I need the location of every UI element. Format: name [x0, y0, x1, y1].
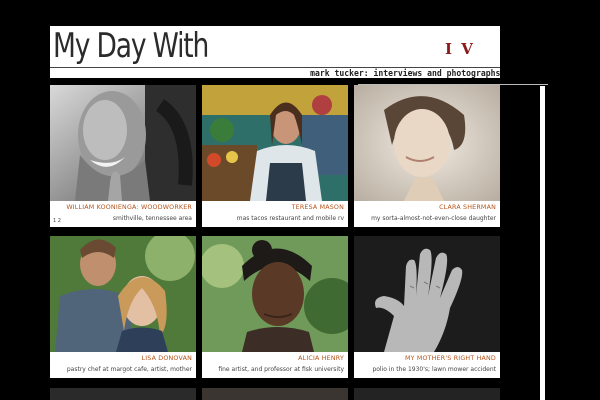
- portfolio-tile-partial[interactable]: [202, 388, 348, 400]
- header-rule: [50, 67, 500, 68]
- portfolio-tile-partial[interactable]: [50, 388, 196, 400]
- tile-name[interactable]: CLARA SHERMAN: [439, 204, 496, 211]
- tile-name[interactable]: WILLIAM KOONIENGA: WOODWORKER: [66, 204, 192, 211]
- portfolio-tile-clara[interactable]: CLARA SHERMAN my sorta-almost-not-even-c…: [354, 85, 500, 227]
- site-title[interactable]: My Day With: [53, 26, 209, 66]
- portfolio-tile-hand[interactable]: MY MOTHER'S RIGHT HAND polio in the 1930…: [354, 236, 500, 378]
- portrait-photo-hand[interactable]: [354, 236, 500, 352]
- tile-name[interactable]: TERESA MASON: [292, 204, 344, 211]
- tile-name[interactable]: MY MOTHER'S RIGHT HAND: [405, 355, 496, 362]
- site-header: My Day With I V mark tucker: interviews …: [50, 26, 500, 79]
- portrait-photo-teresa[interactable]: [202, 85, 348, 201]
- tile-name[interactable]: LISA DONOVAN: [142, 355, 192, 362]
- issue-number[interactable]: I V: [445, 40, 475, 58]
- site-subtitle: mark tucker: interviews and photographs: [309, 69, 500, 79]
- tile-description: fine artist, and professor at fisk unive…: [218, 366, 344, 373]
- tile-description: pastry chef at margot cafe, artist, moth…: [66, 366, 192, 373]
- portfolio-tile-alicia[interactable]: ALICIA HENRY fine artist, and professor …: [202, 236, 348, 378]
- tile-description: polio in the 1930's; lawn mower accident: [372, 366, 496, 373]
- tile-description: smithville, tennessee area: [112, 215, 192, 222]
- portfolio-tile-partial[interactable]: [354, 388, 500, 400]
- page-indicator[interactable]: 1 2: [53, 218, 61, 224]
- portfolio-tile-teresa[interactable]: TERESA MASON mas tacos restaurant and mo…: [202, 85, 348, 227]
- tile-caption: CLARA SHERMAN my sorta-almost-not-even-c…: [354, 201, 500, 227]
- tile-name[interactable]: ALICIA HENRY: [298, 355, 344, 362]
- tile-caption: LISA DONOVAN pastry chef at margot cafe,…: [50, 352, 196, 378]
- portrait-photo-lisa[interactable]: [50, 236, 196, 352]
- tile-caption: WILLIAM KOONIENGA: WOODWORKER smithville…: [50, 201, 196, 227]
- portfolio-tile-lisa[interactable]: LISA DONOVAN pastry chef at margot cafe,…: [50, 236, 196, 378]
- tile-caption: ALICIA HENRY fine artist, and professor …: [202, 352, 348, 378]
- portrait-photo-alicia[interactable]: [202, 236, 348, 352]
- portrait-photo-william[interactable]: [50, 85, 196, 201]
- frame-right-border: [540, 86, 545, 400]
- tile-caption: TERESA MASON mas tacos restaurant and mo…: [202, 201, 348, 227]
- tile-caption: MY MOTHER'S RIGHT HAND polio in the 1930…: [354, 352, 500, 378]
- portfolio-tile-william[interactable]: WILLIAM KOONIENGA: WOODWORKER smithville…: [50, 85, 196, 227]
- portrait-photo-clara[interactable]: [354, 85, 500, 201]
- tile-description: my sorta-almost-not-even-close daughter: [371, 215, 496, 222]
- tile-description: mas tacos restaurant and mobile rv: [236, 215, 344, 222]
